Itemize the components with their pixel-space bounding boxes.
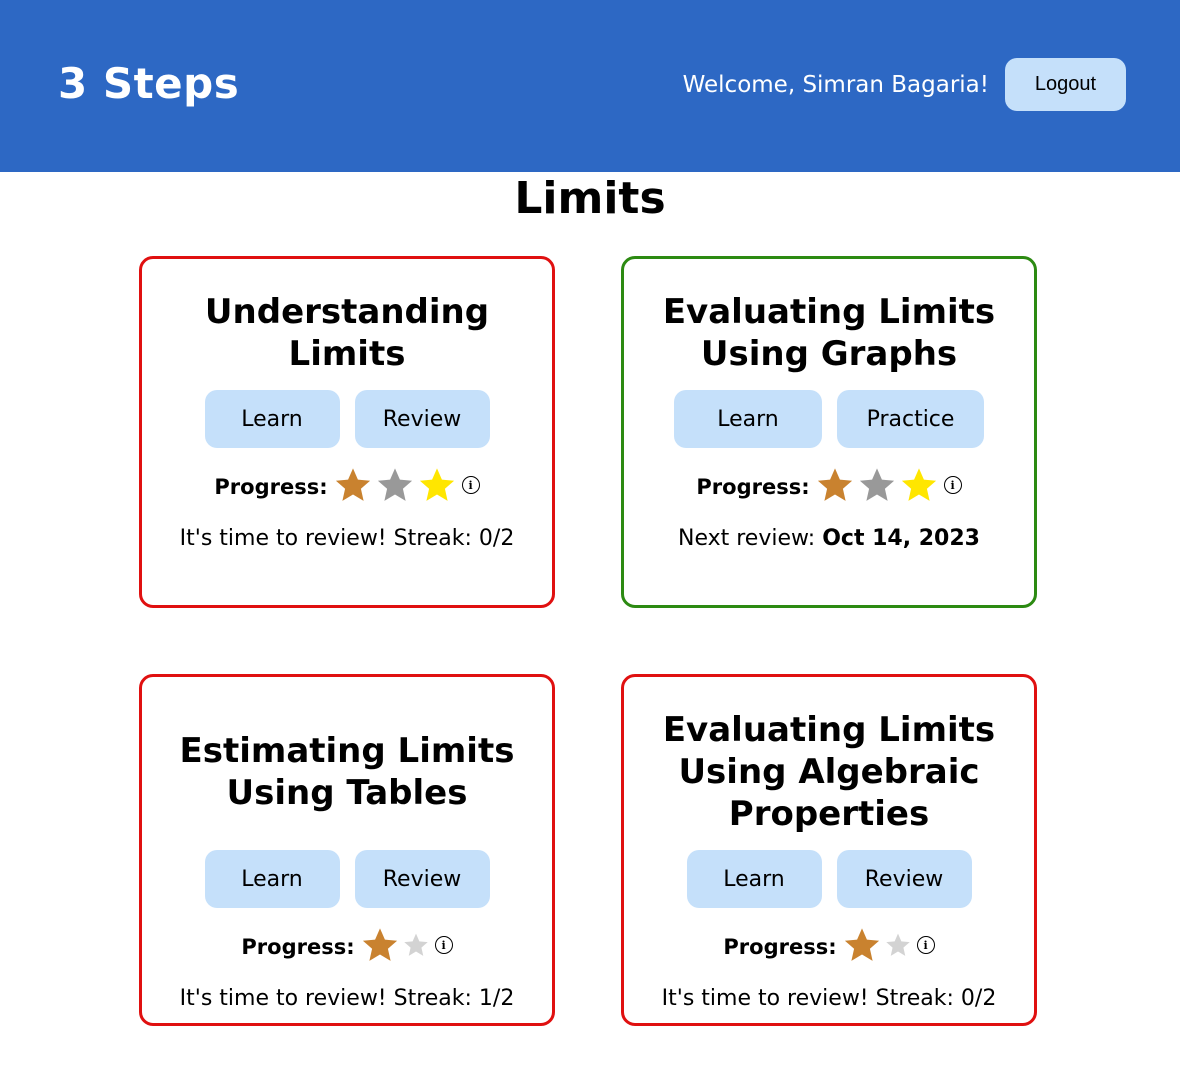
- page-title: Limits: [514, 173, 666, 224]
- practice-button[interactable]: Practice: [837, 390, 984, 448]
- lesson-title-line: Limits: [288, 334, 406, 374]
- lesson-title-line: Understanding: [204, 292, 490, 332]
- progress-label: Progress:: [241, 935, 355, 959]
- info-icon[interactable]: i: [943, 476, 962, 494]
- review-status: Next review: Oct 14, 2023: [624, 524, 1034, 554]
- info-icon[interactable]: i: [434, 936, 453, 954]
- lesson-title-line: Estimating Limits: [179, 731, 515, 771]
- star-icon: [858, 466, 896, 508]
- lesson-card: Estimating Limits Using Tables Learn Review…: [139, 674, 555, 1026]
- lesson-actions: Learn Practice: [624, 390, 1034, 448]
- star-icon: [885, 932, 911, 962]
- review-status: It's time to review! Streak: 0/2: [142, 524, 552, 554]
- star-icon: [900, 466, 938, 508]
- learn-button[interactable]: Learn: [686, 850, 822, 908]
- star-icon: [376, 466, 414, 508]
- review-status: It's time to review! Streak: 0/2: [624, 984, 1034, 1014]
- review-status: It's time to review! Streak: 1/2: [142, 984, 552, 1014]
- info-icon[interactable]: i: [461, 476, 480, 494]
- star-icon: [403, 932, 429, 962]
- lesson-actions: Learn Review: [624, 850, 1034, 908]
- review-status-text: It's time to review! Streak: 1/2: [179, 986, 515, 1011]
- star-icon: [816, 466, 854, 508]
- lesson-title-line: Using Graphs: [700, 334, 958, 374]
- lesson-title-line: Using Tables: [226, 773, 468, 813]
- progress-row: Progress: i: [624, 927, 1034, 967]
- star-icon: [361, 926, 399, 968]
- progress-label: Progress:: [723, 935, 837, 959]
- info-icon[interactable]: i: [916, 936, 935, 954]
- review-status-text: Next review:: [678, 526, 823, 551]
- learn-button[interactable]: Learn: [204, 390, 340, 448]
- lesson-title-line: Evaluating Limits: [662, 292, 996, 332]
- star-icon: [418, 466, 456, 508]
- lesson-title: Evaluating Limits Using Algebraic Properti…: [624, 709, 1034, 835]
- lesson-actions: Learn Review: [142, 850, 552, 908]
- lesson-actions: Learn Review: [142, 390, 552, 448]
- review-button[interactable]: Review: [354, 850, 490, 908]
- lesson-title: Estimating Limits Using Tables: [142, 730, 552, 814]
- app-brand: 3 Steps: [58, 59, 240, 108]
- review-status-text: It's time to review! Streak: 0/2: [179, 526, 515, 551]
- star-icon: [334, 466, 372, 508]
- lesson-title: Understanding Limits: [142, 291, 552, 375]
- review-button[interactable]: Review: [836, 850, 972, 908]
- progress-row: Progress: i: [142, 927, 552, 967]
- welcome-message: Welcome, Simran Bagaria!: [682, 72, 989, 98]
- progress-label: Progress:: [214, 475, 328, 499]
- lesson-title: Evaluating Limits Using Graphs: [624, 291, 1034, 375]
- logout-button[interactable]: Logout: [1005, 58, 1126, 111]
- review-button[interactable]: Review: [354, 390, 490, 448]
- learn-button[interactable]: Learn: [674, 390, 822, 448]
- next-review-date: Oct 14, 2023: [822, 526, 980, 551]
- lesson-title-line: Properties: [728, 794, 930, 834]
- star-icon: [843, 926, 881, 968]
- lesson-card: Understanding Limits Learn Review Progress: i…: [139, 256, 555, 608]
- lesson-title-line: Evaluating Limits: [662, 710, 996, 750]
- progress-label: Progress:: [696, 475, 810, 499]
- lesson-card: Evaluating Limits Using Graphs Learn Practi…: [621, 256, 1037, 608]
- lesson-title-line: Using Algebraic: [678, 752, 980, 792]
- learn-button[interactable]: Learn: [204, 850, 340, 908]
- app-header: 3 Steps Welcome, Simran Bagaria! Logout: [0, 0, 1180, 172]
- review-status-text: It's time to review! Streak: 0/2: [661, 986, 997, 1011]
- progress-row: Progress: i: [624, 467, 1034, 507]
- progress-row: Progress: i: [142, 467, 552, 507]
- lesson-card: Evaluating Limits Using Algebraic Properti…: [621, 674, 1037, 1026]
